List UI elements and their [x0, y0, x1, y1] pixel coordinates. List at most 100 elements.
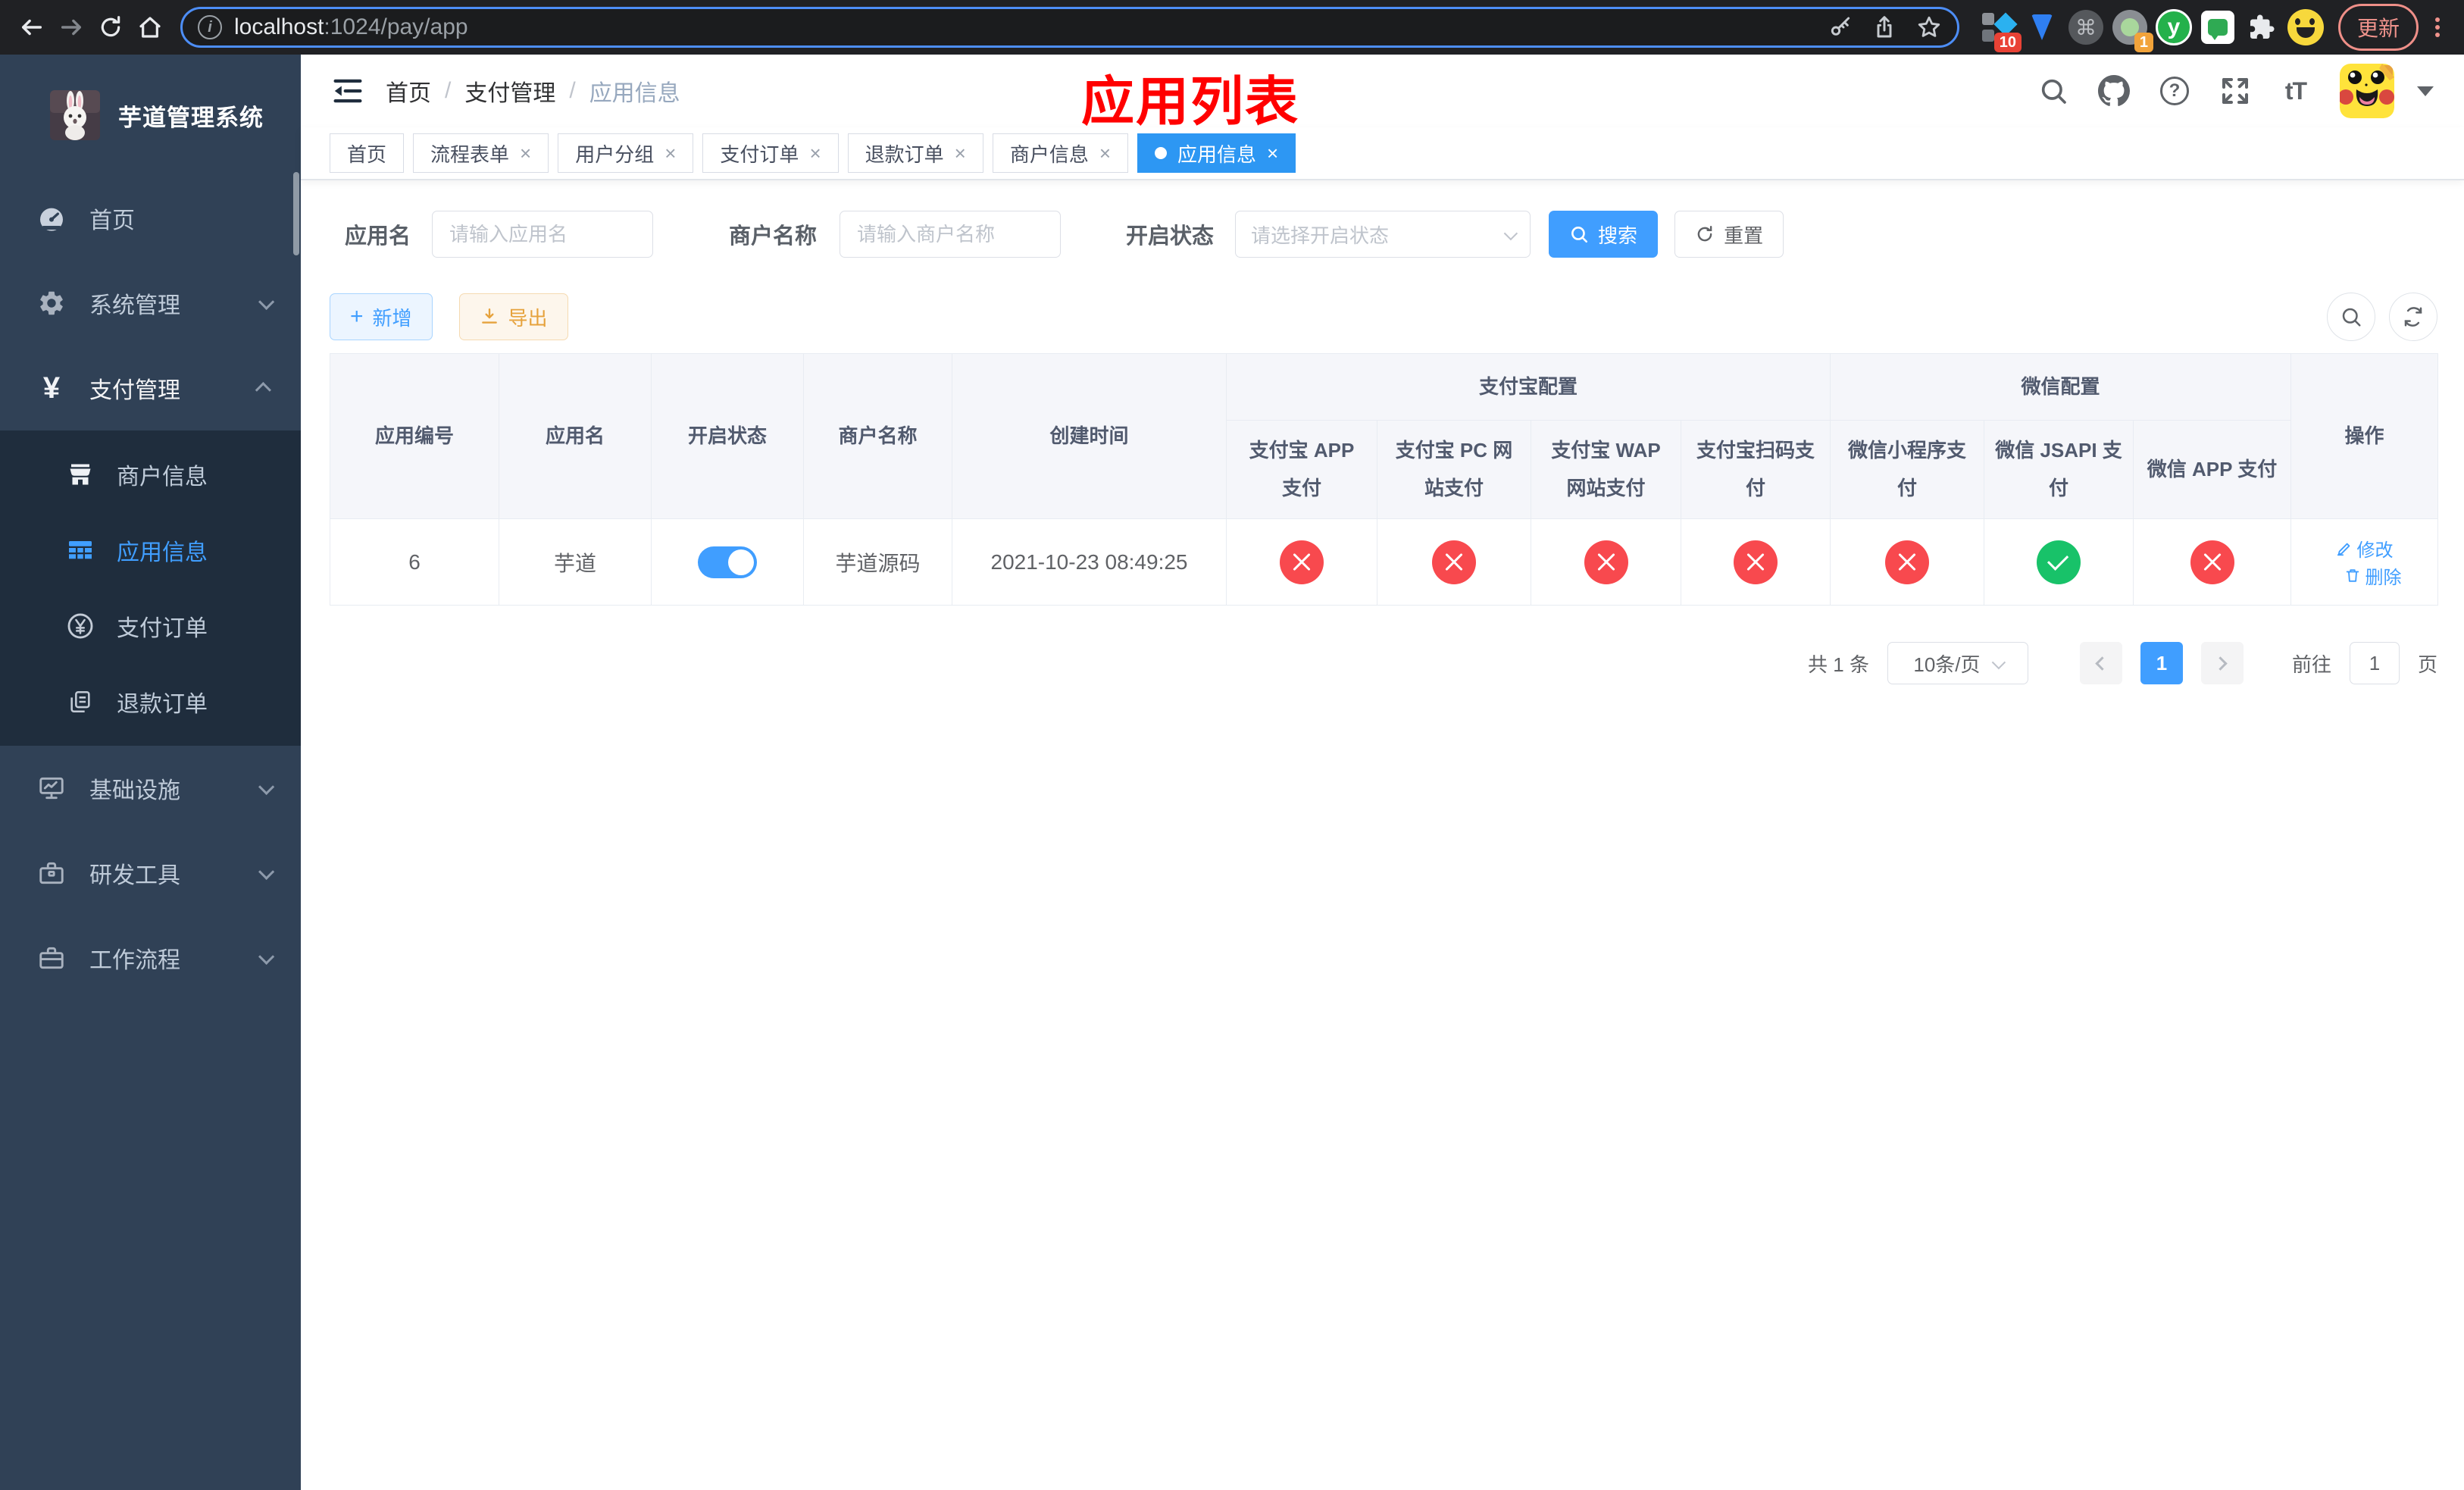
header-search-icon[interactable]: [2037, 74, 2070, 108]
tab-user-group[interactable]: 用户分组 ×: [558, 133, 694, 173]
tab-close-icon[interactable]: ×: [664, 143, 676, 163]
search-button[interactable]: 搜索: [1549, 211, 1659, 258]
chevron-down-icon: [258, 863, 275, 880]
breadcrumb-payment[interactable]: 支付管理: [464, 74, 555, 108]
sidebar-subitem-merchant-info[interactable]: 商户信息: [0, 437, 301, 512]
sidebar-subitem-app-info[interactable]: 应用信息: [0, 512, 301, 588]
reset-button[interactable]: 重置: [1674, 211, 1784, 258]
goto-page-input[interactable]: [2349, 642, 2400, 684]
tab-home[interactable]: 首页: [330, 133, 405, 173]
bookmark-star-icon[interactable]: [1916, 14, 1942, 40]
plus-icon: +: [350, 304, 364, 329]
delete-link[interactable]: 删除: [2344, 562, 2402, 589]
tab-merchant-info[interactable]: 商户信息 ×: [992, 133, 1129, 173]
monitor-icon: [35, 774, 68, 803]
tab-pay-order[interactable]: 支付订单 ×: [702, 133, 839, 173]
refresh-button[interactable]: [2389, 293, 2437, 341]
tab-close-icon[interactable]: ×: [809, 143, 821, 163]
sidebar-subitem-refund-order[interactable]: 退款订单: [0, 664, 301, 740]
sidebar-item-devtools[interactable]: 研发工具: [0, 831, 301, 916]
total-count: 共 1 条: [1808, 653, 1869, 676]
help-icon[interactable]: ?: [2158, 74, 2191, 108]
status-disabled-icon: [2190, 540, 2234, 584]
page-header: 首页 / 支付管理 / 应用信息 应用列表 ? tT: [301, 55, 2464, 131]
tab-flow-form[interactable]: 流程表单 ×: [413, 133, 549, 173]
extension-pixel-icon[interactable]: 10: [1976, 5, 2022, 52]
toolbox-icon: [35, 859, 68, 887]
page-size-select[interactable]: 10条/页: [1887, 642, 2028, 684]
col-wechat-jsapi: 微信 JSAPI 支付: [1984, 420, 2134, 519]
col-alipay-qr: 支付宝扫码支付: [1680, 420, 1831, 519]
browser-update-button[interactable]: 更新: [2337, 4, 2419, 51]
sidebar-collapse-icon[interactable]: [331, 74, 364, 108]
next-page-button[interactable]: [2200, 642, 2244, 684]
edit-link[interactable]: 修改: [2336, 535, 2394, 562]
extensions-puzzle-icon[interactable]: [2240, 5, 2284, 49]
sidebar-subitem-pay-order[interactable]: 支付订单: [0, 588, 301, 664]
site-info-icon[interactable]: i: [198, 15, 222, 39]
app-table: 应用编号 应用名 开启状态 商户名称 创建时间 支付宝配置 微信配置 操作 支付…: [330, 353, 2439, 606]
enabled-toggle[interactable]: [698, 546, 757, 578]
gear-icon: [35, 289, 68, 318]
breadcrumb-home[interactable]: 首页: [386, 74, 431, 108]
extension-recorder-icon[interactable]: 1: [2108, 5, 2153, 52]
table-row: 6 芋道 芋道源码 2021-10-23 08:49:25 修改 删除: [330, 518, 2439, 606]
export-button[interactable]: 导出: [458, 293, 568, 340]
avatar-caret-icon[interactable]: [2417, 86, 2434, 96]
tab-app-info[interactable]: 应用信息 ×: [1137, 133, 1296, 173]
extension-kite-icon[interactable]: [2020, 5, 2064, 49]
browser-forward-icon[interactable]: [52, 8, 91, 47]
tab-close-icon[interactable]: ×: [520, 143, 531, 163]
browser-back-icon[interactable]: [12, 8, 52, 47]
tab-refund-order[interactable]: 退款订单 ×: [847, 133, 983, 173]
tab-close-icon[interactable]: ×: [955, 143, 966, 163]
sidebar-item-home[interactable]: 首页: [0, 176, 301, 261]
sidebar-item-workflow[interactable]: 工作流程: [0, 916, 301, 1000]
search-form: 应用名 商户名称 开启状态 请选择开启状态 搜索 重置: [330, 211, 2437, 258]
chevron-down-icon: [258, 948, 275, 965]
tag-views-bar: 首页 流程表单 × 用户分组 × 支付订单 × 退款订单 × 商户信息 × 应用信息 ×: [301, 127, 2464, 180]
share-icon[interactable]: [1872, 15, 1896, 39]
sidebar-item-payment[interactable]: ¥ 支付管理: [0, 346, 301, 430]
prev-page-button[interactable]: [2079, 642, 2122, 684]
app-name-label: 应用名: [345, 224, 411, 249]
sidebar-item-infrastructure[interactable]: 基础设施: [0, 746, 301, 831]
content: 应用名 商户名称 开启状态 请选择开启状态 搜索 重置: [301, 180, 2464, 1490]
screen: i localhost:1024/pay/app 10 ⌘ 1 y 更新 芋道管…: [0, 0, 2464, 1490]
tab-close-icon[interactable]: ×: [1099, 143, 1111, 163]
logo-rabbit-image: [50, 90, 100, 140]
fullscreen-icon[interactable]: [2219, 74, 2252, 108]
browser-toolbar: i localhost:1024/pay/app 10 ⌘ 1 y 更新: [0, 0, 2464, 55]
chevron-down-icon: [258, 778, 275, 795]
extension-command-icon[interactable]: ⌘: [2064, 5, 2108, 49]
profile-avatar-icon[interactable]: [2284, 5, 2328, 49]
col-merchant: 商户名称: [803, 353, 952, 519]
payment-submenu: 商户信息 应用信息 支付订单 退款订单: [0, 430, 301, 746]
status-disabled-icon: [1885, 540, 1930, 584]
merchant-name-input[interactable]: [840, 211, 1062, 258]
sidebar-scrollbar[interactable]: [293, 172, 299, 255]
current-page-button[interactable]: 1: [2140, 642, 2183, 684]
col-alipay-pc: 支付宝 PC 网站支付: [1377, 420, 1531, 519]
sidebar-item-system[interactable]: 系统管理: [0, 261, 301, 346]
add-button[interactable]: + 新增: [330, 293, 433, 340]
github-icon[interactable]: [2097, 74, 2131, 108]
browser-reload-icon[interactable]: [91, 8, 130, 47]
font-size-icon[interactable]: tT: [2279, 74, 2312, 108]
app-name-input[interactable]: [432, 211, 654, 258]
address-bar[interactable]: i localhost:1024/pay/app: [180, 7, 1959, 48]
extension-y-icon[interactable]: y: [2152, 5, 2196, 49]
browser-menu-icon[interactable]: [2426, 14, 2449, 40]
password-key-icon[interactable]: [1828, 15, 1853, 39]
status-select[interactable]: 请选择开启状态: [1235, 211, 1531, 258]
toggle-search-button[interactable]: [2327, 293, 2375, 341]
cell-app-id: 6: [330, 518, 499, 606]
browser-home-icon[interactable]: [130, 8, 170, 47]
user-avatar[interactable]: [2340, 64, 2394, 118]
tab-close-icon[interactable]: ×: [1267, 143, 1278, 163]
col-app-id: 应用编号: [330, 353, 499, 519]
extension-chat-icon[interactable]: [2196, 5, 2240, 49]
document-copy-icon: [64, 689, 97, 715]
merchant-name-label: 商户名称: [729, 224, 818, 249]
extension-badge: 1: [2134, 33, 2153, 52]
